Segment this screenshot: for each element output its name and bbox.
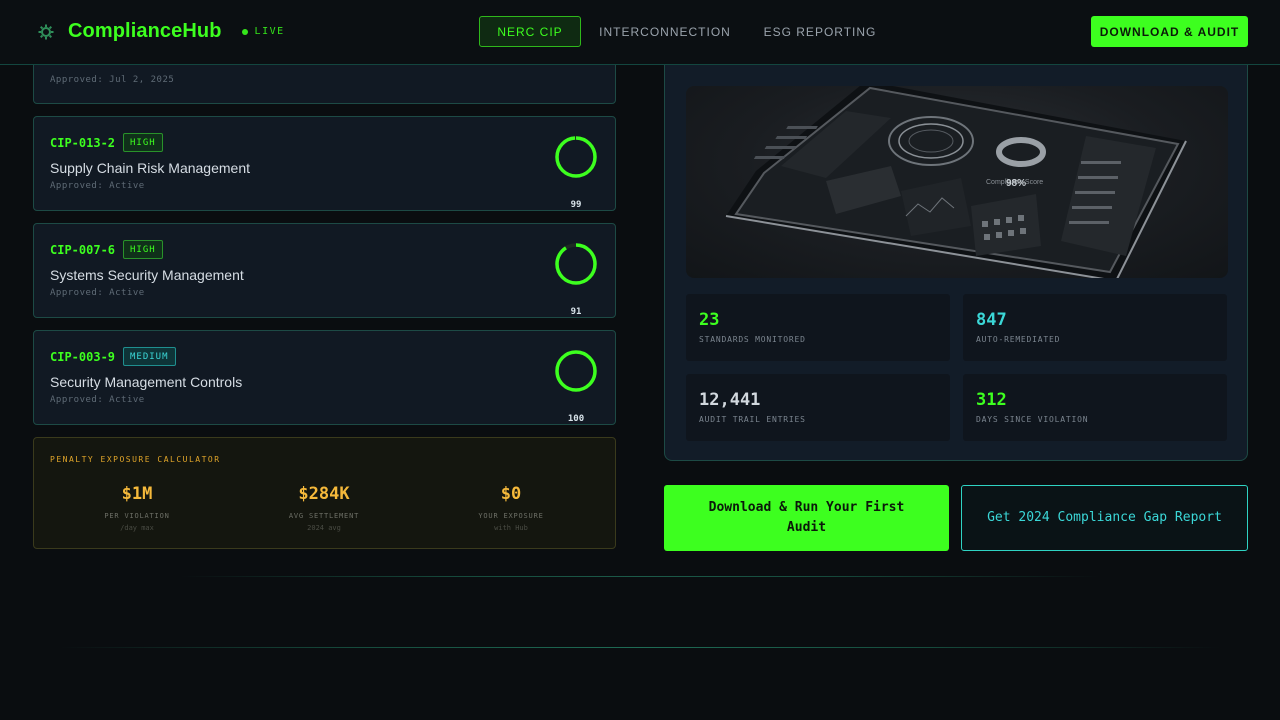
live-label: LIVE	[254, 26, 285, 37]
penalty-value: $1M	[121, 484, 153, 504]
stat-label: AUDIT TRAIL ENTRIES	[699, 415, 806, 424]
score-value: 99	[570, 200, 582, 210]
penalty-title: PENALTY EXPOSURE CALCULATOR	[50, 455, 221, 464]
stat-value: 12,441	[699, 390, 761, 410]
standard-code: CIP-003-9	[50, 350, 116, 364]
standard-code: CIP-013-2	[50, 136, 116, 150]
live-indicator: LIVE	[241, 26, 285, 37]
severity-badge: HIGH	[123, 133, 163, 152]
tab-nerc-cip[interactable]: NERC CIP	[479, 16, 581, 47]
run-first-audit-button[interactable]: Download & Run Your First Audit	[664, 485, 949, 551]
standard-title: Supply Chain Risk Management	[50, 160, 250, 176]
penalty-label: YOUR EXPOSURE	[478, 512, 544, 520]
stat-card: 23 STANDARDS MONITORED	[686, 294, 950, 361]
penalty-label: AVG SETTLEMENT	[288, 512, 360, 520]
standard-title: Systems Security Management	[50, 267, 244, 283]
standard-code: CIP-007-6	[50, 243, 116, 257]
penalty-label: PER VIOLATION	[104, 512, 170, 520]
penalty-sub: /day max	[120, 524, 154, 532]
score-ring: 91	[554, 242, 598, 317]
standard-approved: Approved: Active	[50, 288, 145, 298]
stat-value: 847	[976, 310, 1007, 330]
standard-approved: Approved: Active	[50, 395, 145, 405]
score-value: 91	[570, 307, 582, 317]
severity-badge: HIGH	[123, 240, 163, 259]
top-nav: ComplianceHub LIVE NERC CIP INTERCONNECT…	[0, 0, 1280, 65]
divider	[180, 576, 1100, 577]
penalty-item: $0 YOUR EXPOSURE with Hub	[451, 484, 571, 532]
brand[interactable]: ComplianceHub LIVE	[38, 20, 285, 43]
stat-label: STANDARDS MONITORED	[699, 335, 806, 344]
penalty-item: $284K AVG SETTLEMENT 2024 avg	[264, 484, 384, 532]
penalty-calculator: PENALTY EXPOSURE CALCULATOR $1M PER VIOL…	[33, 437, 616, 549]
standard-card[interactable]: CIP-007-6 HIGH Systems Security Manageme…	[33, 223, 616, 318]
penalty-sub: with Hub	[494, 524, 528, 532]
standard-title: Security Management Controls	[50, 374, 243, 390]
live-dot-icon	[241, 28, 248, 35]
score-value: 100	[567, 414, 585, 424]
stat-value: 23	[699, 310, 720, 330]
device-score-value: 98%	[1006, 178, 1026, 189]
stat-card: 12,441 AUDIT TRAIL ENTRIES	[686, 374, 950, 441]
gear-logo-icon	[38, 24, 54, 40]
stat-card: 312 DAYS SINCE VIOLATION	[963, 374, 1227, 441]
penalty-value: $284K	[298, 484, 350, 504]
gap-report-button[interactable]: Get 2024 Compliance Gap Report	[961, 485, 1248, 551]
standard-card[interactable]: CIP-003-9 MEDIUM Security Management Con…	[33, 330, 616, 425]
penalty-sub: 2024 avg	[307, 524, 341, 532]
standard-approved: Approved: Active	[50, 181, 145, 191]
stat-label: DAYS SINCE VIOLATION	[976, 415, 1089, 424]
divider	[60, 647, 1220, 648]
tab-esg-reporting[interactable]: ESG REPORTING	[752, 16, 888, 47]
dashboard-preview-panel: Compliance Score 98% 23 STANDARDS MONITO…	[664, 30, 1248, 461]
stat-card: 847 AUTO-REMEDIATED	[963, 294, 1227, 361]
standard-card[interactable]: CIP-013-2 HIGH Supply Chain Risk Managem…	[33, 116, 616, 211]
device-mockup-image: Compliance Score 98%	[686, 86, 1228, 278]
score-ring: 100	[554, 349, 598, 424]
penalty-value: $0	[500, 484, 522, 504]
brand-name: ComplianceHub	[68, 20, 222, 42]
standard-approved: Approved: Jul 2, 2025	[50, 75, 175, 85]
download-audit-button[interactable]: DOWNLOAD & AUDIT	[1091, 16, 1248, 47]
score-ring: 99	[554, 135, 598, 210]
penalty-item: $1M PER VIOLATION /day max	[77, 484, 197, 532]
stat-label: AUTO-REMEDIATED	[976, 335, 1061, 344]
severity-badge: MEDIUM	[123, 347, 176, 366]
tab-interconnection[interactable]: INTERCONNECTION	[590, 16, 740, 47]
stat-value: 312	[976, 390, 1007, 410]
